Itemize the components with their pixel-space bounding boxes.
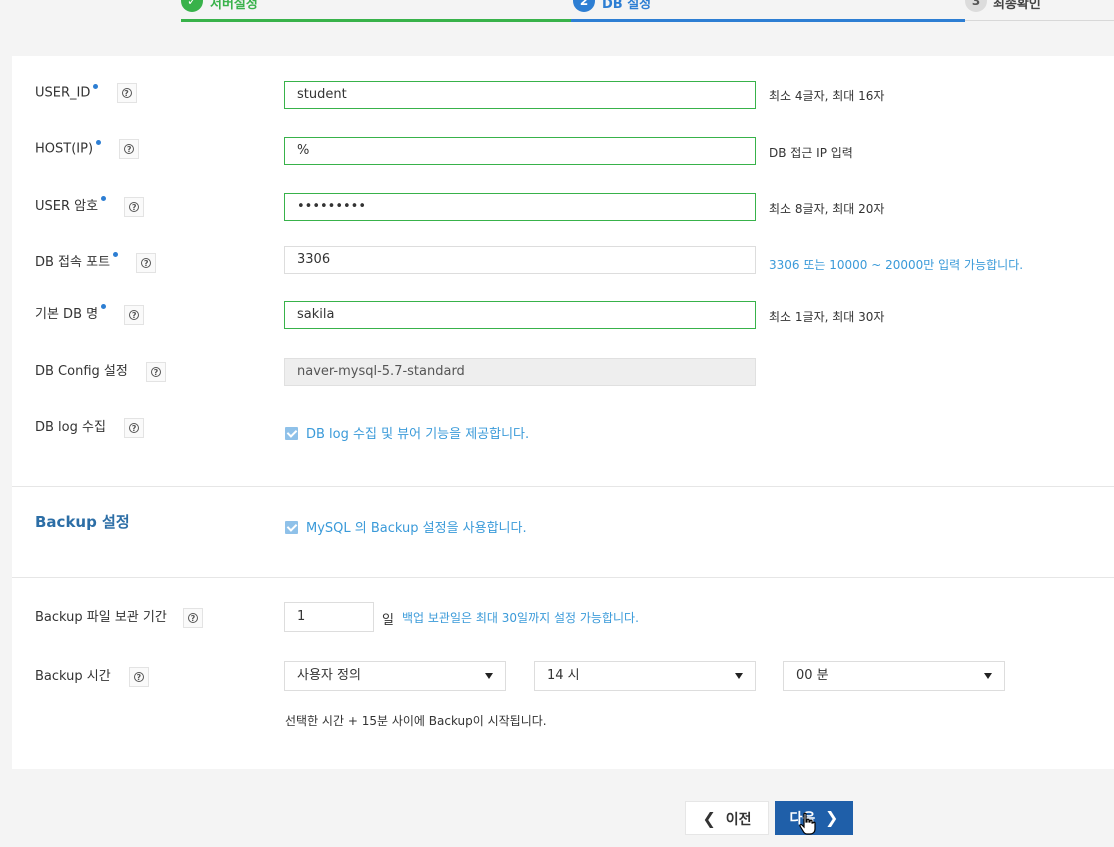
chevron-left-icon: ❮ (702, 809, 716, 828)
backup-mode-select[interactable]: 사용자 정의 (284, 661, 506, 691)
help-icon: ? (129, 201, 140, 212)
stepper: ✓ 서버설정 2 DB 설정 3 최종확인 (0, 0, 1114, 22)
user-id-input[interactable]: student (284, 81, 756, 109)
backup-time-label: Backup 시간 ? (35, 665, 149, 687)
db-name-input[interactable]: sakila (284, 301, 756, 329)
required-dot (101, 196, 107, 201)
check-icon: ✓ (181, 0, 203, 12)
help-icon: ? (124, 144, 135, 154)
db-config-field: naver-mysql-5.7-standard (284, 358, 756, 386)
backup-time-note: 선택한 시간 + 15분 사이에 Backup이 시작됩니다. (285, 714, 547, 728)
chevron-right-icon: ❯ (825, 808, 839, 827)
dropdown-arrow-icon (984, 673, 992, 679)
backup-hour-select[interactable]: 14 시 (534, 661, 756, 691)
previous-button[interactable]: ❮ 이전 (685, 801, 769, 835)
dropdown-arrow-icon (735, 673, 743, 679)
help-button[interactable]: ? (119, 139, 140, 159)
db-config-label: DB Config 설정 ? (35, 360, 166, 382)
help-icon: ? (150, 366, 161, 377)
user-id-hint: 최소 4글자, 최대 16자 (769, 89, 885, 103)
required-dot (93, 84, 99, 89)
backup-checkbox[interactable]: MySQL 의 Backup 설정을 사용합니다. (285, 517, 527, 536)
password-label: USER 암호 ? (35, 195, 145, 217)
help-button[interactable]: ? (145, 361, 166, 382)
help-icon: ? (129, 309, 140, 320)
step-number: 2 (573, 0, 595, 12)
checkbox-checked-icon[interactable] (285, 427, 298, 440)
help-icon: ? (187, 612, 198, 623)
db-log-checkbox[interactable]: DB log 수집 및 뷰어 기능을 제공합니다. (285, 423, 529, 442)
db-settings-panel: USER_ID ? student 최소 4글자, 최대 16자 HOST(IP… (12, 56, 1114, 769)
help-button[interactable]: ? (136, 252, 157, 273)
step-number: 3 (965, 0, 987, 12)
required-dot (113, 252, 119, 257)
db-log-label: DB log 수집 ? (35, 416, 145, 438)
step-progress-line (181, 19, 571, 22)
help-icon: ? (121, 88, 132, 98)
db-name-hint: 최소 1글자, 최대 30자 (769, 310, 885, 324)
help-button[interactable]: ? (124, 304, 145, 325)
password-input[interactable]: ••••••••• (284, 193, 756, 221)
port-label: DB 접속 포트 ? (35, 251, 157, 273)
db-name-label: 기본 DB 명 ? (35, 303, 145, 325)
host-label: HOST(IP) ? (35, 139, 140, 159)
backup-minute-select[interactable]: 00 분 (783, 661, 1005, 691)
required-dot (96, 140, 102, 145)
user-id-label: USER_ID ? (35, 83, 137, 103)
password-hint: 최소 8글자, 최대 20자 (769, 202, 885, 216)
step-label-db: DB 설정 (602, 0, 652, 12)
help-button[interactable]: ? (182, 607, 203, 628)
port-hint: 3306 또는 10000 ~ 20000만 입력 가능합니다. (769, 258, 1024, 272)
retention-hint: 백업 보관일은 최대 30일까지 설정 가능합니다. (402, 611, 639, 625)
host-hint: DB 접근 IP 입력 (769, 146, 853, 160)
help-icon: ? (129, 422, 140, 433)
backup-retention-label: Backup 파일 보관 기간 ? (35, 606, 203, 628)
retention-unit: 일 (382, 613, 394, 628)
help-icon: ? (141, 257, 152, 268)
port-input[interactable]: 3306 (284, 246, 756, 274)
host-input[interactable]: % (284, 137, 756, 165)
step-progress-line (965, 20, 1114, 21)
required-dot (101, 304, 107, 309)
step-label-server: 서버설정 (210, 0, 258, 12)
help-button[interactable]: ? (124, 196, 145, 217)
step-progress-line (571, 19, 965, 22)
help-button[interactable]: ? (124, 417, 145, 438)
step-label-confirm: 최종확인 (993, 0, 1041, 12)
section-divider (12, 486, 1114, 487)
help-button[interactable]: ? (128, 666, 149, 687)
dropdown-arrow-icon (485, 673, 493, 679)
help-button[interactable]: ? (116, 83, 137, 103)
backup-section-title: Backup 설정 (35, 513, 130, 531)
hand-cursor-icon (799, 812, 816, 835)
help-icon: ? (133, 671, 144, 682)
checkbox-checked-icon[interactable] (285, 521, 298, 534)
section-divider (12, 577, 1114, 578)
backup-retention-input[interactable]: 1 (284, 602, 374, 632)
